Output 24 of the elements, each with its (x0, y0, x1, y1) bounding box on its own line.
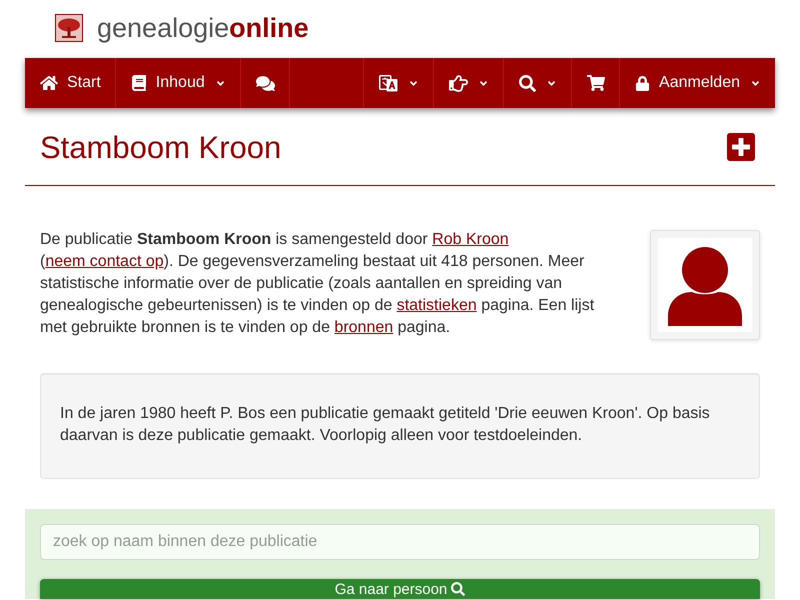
note-text: In de jaren 1980 heeft P. Bos een publicatie gemaakt getiteld 'Drie eeuwen Kroon'. Op basis daarvan is deze publicatie gemaakt. Voorlopig alleen voor testdoeleinden. (60, 404, 711, 446)
intro-paragraph: De publicatie Stamboom Kroon is samengesteld door Rob Kroon (neem contact op). De gegevensverzameling bestaat uit 418 personen. Meer statistische informatie over de publicatie (zoals aantallen en spreiding van genealogische gebeurtenissen) is te vinden op de statistieken pagina. Een lijst met gebruikte bronnen is te vinden op de bronnen pagina. (40, 230, 596, 338)
home-icon (40, 74, 58, 92)
nav-item[interactable]: Start (25, 58, 116, 108)
search-icon (451, 582, 466, 596)
search-field[interactable]: zoek op naam binnen deze publicatie (40, 524, 760, 560)
cart-icon (587, 74, 606, 92)
lock-icon (635, 76, 650, 90)
book-icon (130, 75, 147, 91)
text-link[interactable]: statistieken (396, 297, 477, 314)
site-logo-text[interactable]: genealogieonline (97, 14, 309, 42)
go-to-person-button[interactable]: Ga naar persoon (40, 579, 760, 599)
tree-logo-icon (55, 14, 83, 42)
text-link[interactable]: neem contact op (45, 253, 164, 270)
text-link[interactable]: bronnen (334, 319, 394, 336)
nav-item[interactable]: Aanmelden (619, 58, 775, 108)
text-link[interactable]: Rob Kroon (432, 231, 509, 248)
nav-item[interactable]: Inhoud (116, 58, 241, 108)
chat-bubbles-icon (256, 74, 275, 92)
translate-icon (379, 74, 398, 92)
pointing-hand-icon (449, 74, 468, 92)
search-icon (519, 74, 536, 92)
user-silhouette-icon (658, 238, 752, 332)
page-title: Stamboom Kroon (40, 130, 282, 163)
